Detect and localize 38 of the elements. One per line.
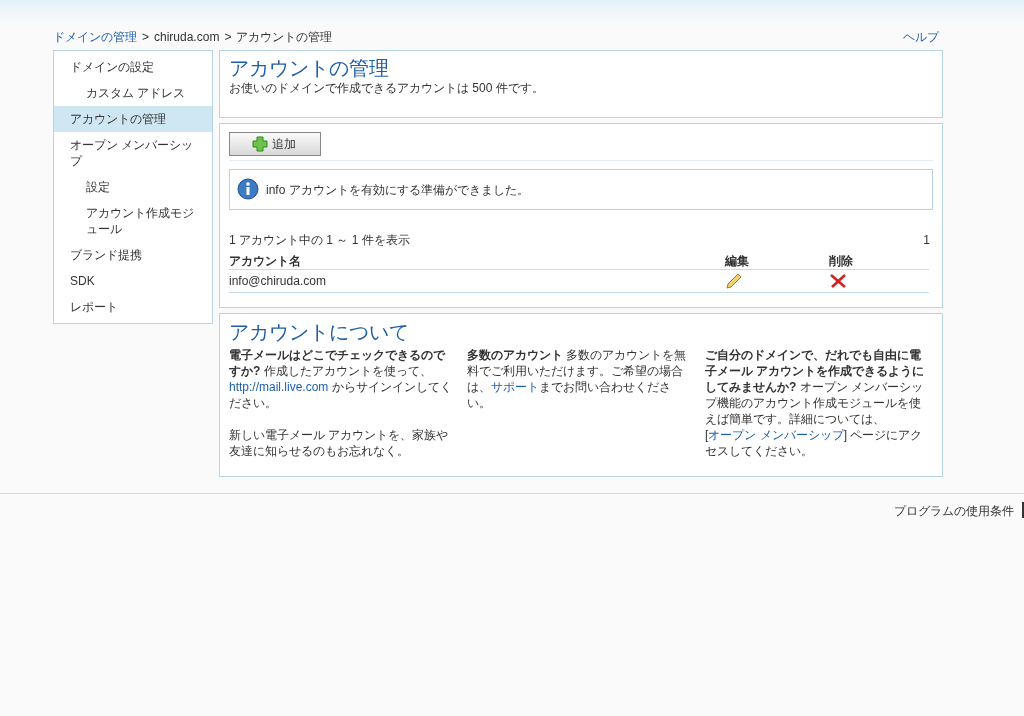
breadcrumb-text: アカウントの管理 <box>236 29 333 46</box>
sidebar-item[interactable]: オープン メンバーシップ <box>54 132 212 174</box>
account-name: info@chiruda.com <box>229 273 327 290</box>
sidebar-item[interactable]: アカウント作成モジュール <box>54 200 212 242</box>
sidebar-item[interactable]: SDK <box>54 268 212 294</box>
plus-icon <box>252 136 268 152</box>
page-number: 1 <box>923 232 930 248</box>
breadcrumb-text: chiruda.com <box>154 29 220 46</box>
page-title: アカウントの管理 <box>229 56 390 80</box>
breadcrumb-separator: > <box>224 29 232 46</box>
sidebar-item[interactable]: レポート <box>54 294 212 320</box>
info-paragraph: 多数のアカウント 多数のアカウントを無料でご利用いただけます。ご希望の場合は、サポート までお問い合わせください。 <box>467 347 688 411</box>
sidebar-item[interactable]: ブランド提携 <box>54 242 212 268</box>
page-subtitle: お使いのドメインで作成できるアカウントは 500 件です。 <box>229 80 545 96</box>
breadcrumb-separator: > <box>142 29 149 46</box>
sidebar-item[interactable]: ドメインの設定 <box>54 54 212 80</box>
sidebar-item[interactable]: 設定 <box>54 174 212 200</box>
help-link[interactable]: ヘルプ <box>903 28 939 46</box>
info-icon <box>236 177 260 202</box>
pencil-icon[interactable] <box>725 272 743 290</box>
column-header: 編集 <box>725 253 750 270</box>
paging-summary: 1 アカウント中の 1 ～ 1 件を表示 <box>229 232 410 248</box>
delete-icon[interactable] <box>829 273 847 289</box>
info-message: info アカウントを有効にする準備ができました。 <box>266 181 529 199</box>
info-paragraph: 電子メールはどこでチェックできるのですか? 作成したアカウントを使って、 http://mail.live.com からサインインしてください。 <box>229 347 453 411</box>
breadcrumb-link[interactable]: ドメインの管理 <box>53 28 137 46</box>
info-paragraph: ご自分のドメインで、だれでも自由に電子メール アカウントを作成できるようにしてみませんか? オープン メンバーシップ機能のアカウント作成モジュールを使えば簡単です。詳細については、[オープン メンバーシップ] ページにアクセスしてください。 <box>705 347 926 459</box>
text-link[interactable]: オープン メンバーシップ <box>708 428 844 442</box>
sidebar-item[interactable]: アカウントの管理 <box>54 106 212 132</box>
section-title: アカウントについて <box>229 320 410 345</box>
column-header: アカウント名 <box>229 253 302 270</box>
sidebar-item[interactable]: カスタム アドレス <box>54 80 212 106</box>
add-button[interactable]: 追加 <box>229 132 321 156</box>
column-header: 削除 <box>829 253 854 270</box>
info-paragraph: 新しい電子メール アカウントを、家族や友達に知らせるのもお忘れなく。 <box>229 427 450 459</box>
text-link[interactable]: サポート <box>491 380 539 394</box>
terms-link[interactable]: プログラムの使用条件 <box>894 502 1024 518</box>
text-link[interactable]: http://mail.live.com <box>229 380 329 394</box>
